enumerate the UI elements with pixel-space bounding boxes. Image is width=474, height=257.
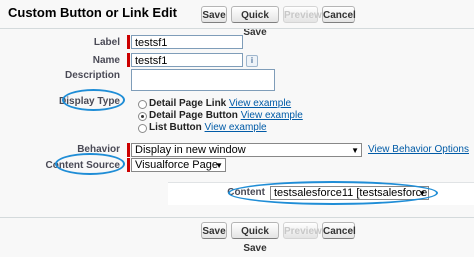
description-textarea[interactable] bbox=[131, 69, 275, 91]
behavior-select[interactable]: Display in new window ▼ bbox=[131, 143, 362, 157]
view-behavior-options-link[interactable]: View Behavior Options bbox=[368, 144, 469, 155]
cancel-button-top[interactable]: Cancel bbox=[322, 6, 356, 23]
required-indicator bbox=[127, 158, 130, 172]
radio-label-detail-page-button: Detail Page Button View example bbox=[149, 110, 303, 121]
highlight-ellipse-content bbox=[228, 181, 438, 205]
radio-list-button[interactable] bbox=[138, 124, 147, 133]
radio-detail-page-button[interactable] bbox=[138, 112, 147, 121]
cancel-button-bottom[interactable]: Cancel bbox=[322, 222, 356, 239]
save-button-bottom[interactable]: Save bbox=[201, 222, 227, 239]
radio-label-detail-page-link: Detail Page Link View example bbox=[149, 98, 292, 109]
preview-button-bottom[interactable]: Preview bbox=[283, 222, 322, 239]
required-indicator bbox=[127, 35, 130, 49]
radio-detail-page-link[interactable] bbox=[138, 100, 147, 109]
description-field-label: Description bbox=[64, 70, 120, 81]
view-example-link[interactable]: View example bbox=[205, 122, 267, 133]
required-indicator bbox=[127, 53, 130, 67]
required-indicator bbox=[127, 143, 130, 157]
view-example-link[interactable]: View example bbox=[229, 98, 291, 109]
highlight-ellipse-content-source bbox=[55, 153, 125, 175]
content-source-select[interactable]: Visualforce Page ▼ bbox=[131, 158, 226, 172]
header-divider bbox=[0, 28, 474, 29]
highlight-ellipse-display-type bbox=[62, 89, 125, 111]
dropdown-arrow-icon: ▼ bbox=[215, 161, 223, 170]
info-icon[interactable]: i bbox=[246, 55, 258, 67]
name-input[interactable]: testsf1 bbox=[131, 53, 243, 67]
page-title: Custom Button or Link Edit bbox=[8, 5, 177, 20]
name-field-label: Name bbox=[92, 55, 120, 66]
preview-button-top[interactable]: Preview bbox=[283, 6, 322, 23]
save-button-top[interactable]: Save bbox=[201, 6, 227, 23]
footer-divider bbox=[0, 217, 474, 218]
quick-save-button-bottom[interactable]: Quick Save bbox=[231, 222, 279, 254]
quick-save-button-top[interactable]: Quick Save bbox=[231, 6, 279, 38]
label-input[interactable]: testsf1 bbox=[131, 35, 243, 49]
radio-label-list-button: List Button View example bbox=[149, 122, 267, 133]
dropdown-arrow-icon: ▼ bbox=[351, 146, 359, 155]
view-example-link[interactable]: View example bbox=[241, 110, 303, 121]
label-field-label: Label bbox=[93, 37, 120, 48]
